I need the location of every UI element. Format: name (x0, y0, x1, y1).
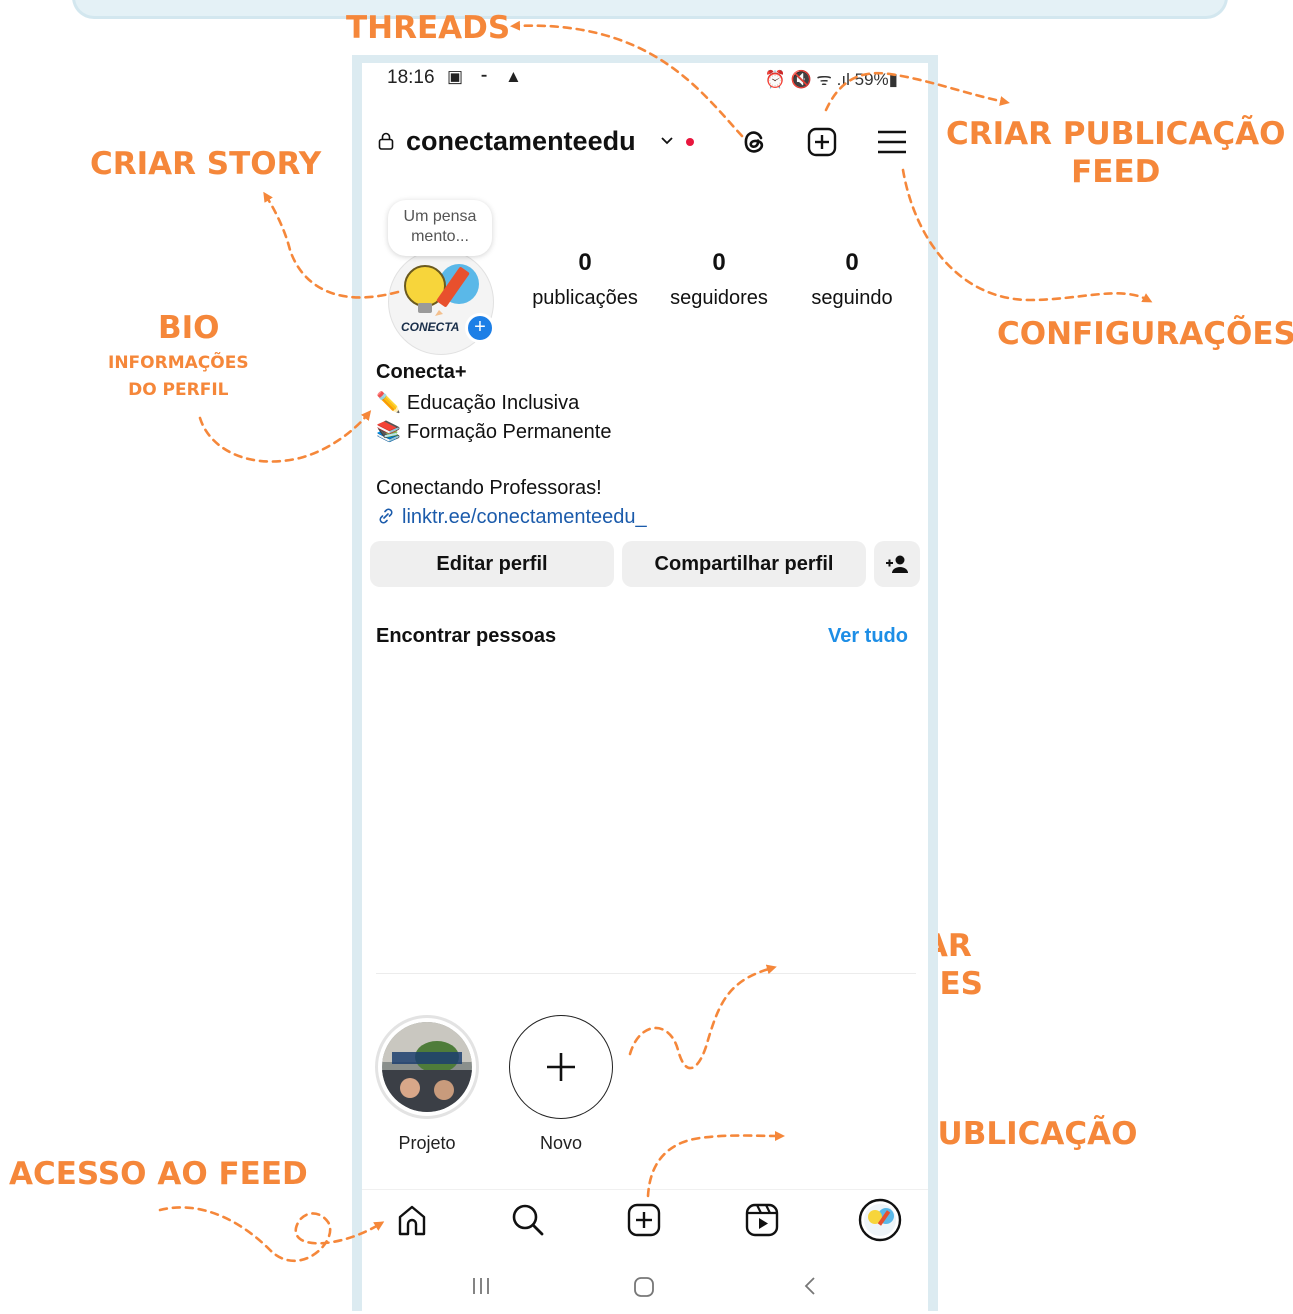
status-system-icons: ⏰ 🔇 ᯤ .ıl 59%▮ (764, 70, 898, 89)
arrow-bio (198, 410, 372, 463)
highlight-new[interactable]: Novo (508, 1015, 614, 1154)
lock-icon (378, 132, 394, 150)
chevron-down-icon[interactable] (660, 136, 674, 146)
stat-followers[interactable]: 0 seguidores (654, 249, 784, 310)
stat-value: 0 (712, 249, 726, 276)
stat-following[interactable]: 0 seguindo (787, 249, 917, 310)
bio-line-text: Formação Permanente (406, 421, 612, 443)
bio-line: 📚 Formação Permanente (376, 419, 611, 444)
back-icon[interactable] (800, 1275, 820, 1297)
annotation-acesso-ao-feed: ACESSO AO FEED (9, 1156, 308, 1192)
annotation-threads: THREADS (346, 10, 511, 46)
status-bar: 18:16 ▣ ⁃ ▲ ⏰ 🔇 ᯤ .ıl 59%▮ (362, 63, 928, 93)
highlight-circle[interactable] (375, 1015, 479, 1119)
link-icon (379, 508, 393, 524)
profile-name: Conecta+ (376, 361, 467, 383)
add-person-icon (886, 555, 908, 573)
stat-label: seguindo (811, 287, 893, 309)
bio-link-text: linktr.ee/conectamenteedu_ (402, 506, 647, 528)
recents-icon[interactable] (470, 1275, 492, 1297)
annotation-line: FEED (1071, 153, 1161, 190)
annotation-bio: BIO (158, 310, 220, 346)
bottom-nav (362, 1189, 928, 1254)
bio-line-text: Educação Inclusiva (406, 392, 580, 414)
annotation-criar-story: CRIAR STORY (90, 146, 322, 182)
highlight-label: Projeto (398, 1133, 456, 1153)
highlight-circle[interactable] (509, 1015, 613, 1119)
profile-nav-avatar[interactable] (858, 1198, 902, 1242)
annotation-line: CRIAR PUBLICAÇÃO (946, 116, 1286, 152)
system-nav-bar (362, 1261, 928, 1311)
home-icon[interactable] (392, 1200, 432, 1240)
annotation-bio-sub: INFORMAÇÕES DO PERFIL (108, 350, 249, 404)
highlight-label: Novo (539, 1133, 583, 1153)
phone-screen: 18:16 ▣ ⁃ ▲ ⏰ 🔇 ᯤ .ıl 59%▮ conectamentee… (362, 63, 928, 1311)
reels-icon[interactable] (742, 1200, 782, 1240)
edit-profile-button[interactable]: Editar perfil (370, 541, 614, 587)
divider (376, 973, 916, 974)
bio-line: ✏️ Educação Inclusiva (376, 390, 579, 415)
annotation-criar-publicacao-feed: CRIAR PUBLICAÇÃO FEED (946, 116, 1285, 192)
find-people-title: Encontrar pessoas (376, 625, 557, 647)
menu-icon[interactable] (874, 124, 910, 160)
stat-label: publicações (532, 287, 638, 309)
pencil-icon: ✏️ (376, 392, 401, 414)
top-banner (72, 0, 1228, 19)
create-post-nav-icon[interactable] (624, 1200, 664, 1240)
annotation-line: INFORMAÇÕES (108, 353, 249, 373)
avatar-text: CONECTA (401, 320, 460, 334)
see-all-link[interactable]: Ver tudo (828, 625, 908, 648)
status-notification-icons: ▣ ⁃ ▲ (447, 67, 528, 86)
annotation-configuracoes: CONFIGURAÇÕES (997, 316, 1293, 352)
profile-note[interactable]: Um pensa mento... (388, 200, 492, 256)
search-icon[interactable] (508, 1200, 548, 1240)
bio-tagline: Conectando Professoras! (376, 477, 602, 499)
profile-header: conectamenteedu (362, 118, 928, 168)
arrow-feed (158, 1206, 385, 1263)
phone-frame: 18:16 ▣ ⁃ ▲ ⏰ 🔇 ᯤ .ıl 59%▮ conectamentee… (352, 55, 938, 1311)
stat-value: 0 (578, 249, 592, 276)
books-icon: 📚 (376, 421, 401, 443)
stat-value: 0 (845, 249, 859, 276)
home-button-icon[interactable] (632, 1275, 656, 1299)
annotation-line: DO PERFIL (128, 380, 229, 401)
stat-label: seguidores (670, 287, 768, 309)
stat-posts[interactable]: 0 publicações (520, 249, 650, 310)
account-username[interactable]: conectamenteedu (406, 126, 636, 157)
share-profile-button[interactable]: Compartilhar perfil (622, 541, 866, 587)
create-post-icon[interactable] (804, 124, 840, 160)
highlight-photo (382, 1022, 472, 1112)
threads-icon[interactable] (736, 124, 772, 160)
discover-people-button[interactable] (874, 541, 920, 587)
bio-link[interactable]: linktr.ee/conectamenteedu_ (376, 506, 647, 529)
plus-icon (547, 1053, 575, 1081)
status-time: 18:16 (387, 67, 435, 88)
highlight-projeto[interactable]: Projeto (374, 1015, 480, 1154)
add-story-icon[interactable]: + (465, 313, 495, 343)
notification-dot (686, 138, 694, 146)
